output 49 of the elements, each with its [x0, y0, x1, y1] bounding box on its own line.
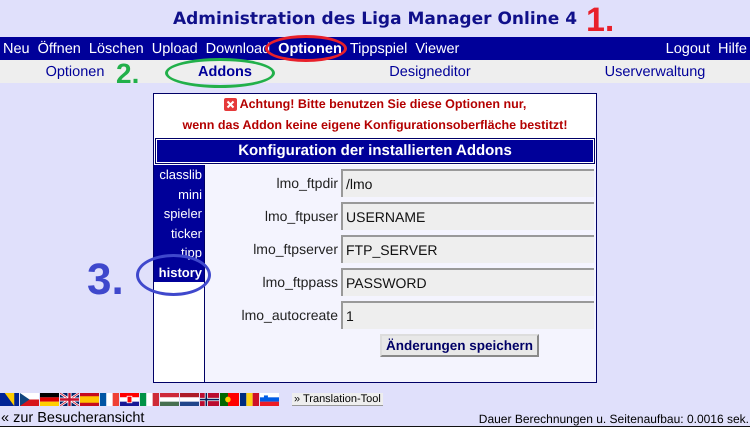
menu-item[interactable]: Hilfe	[718, 40, 747, 56]
field-label: lmo_ftpdir	[276, 175, 338, 191]
field-label: lmo_autocreate	[240, 307, 338, 323]
flag-icon[interactable]	[20, 393, 39, 406]
visitor-view-link[interactable]: « zur Besucheransicht	[1, 410, 144, 426]
error-icon	[224, 98, 237, 111]
menu-item[interactable]: Logout	[666, 40, 710, 56]
flag-icon[interactable]	[120, 393, 139, 406]
timing-text: Dauer Berechnungen u. Seitenaufbau: 0.0016 sek.	[478, 412, 749, 426]
menu-item[interactable]: Optionen	[278, 40, 342, 56]
menu-item[interactable]: Löschen	[88, 40, 144, 56]
input-field[interactable]: PASSWORD	[341, 268, 594, 296]
menu-item[interactable]: Upload	[152, 40, 198, 56]
submenu-item[interactable]: Designeditor	[389, 64, 471, 80]
annotation-number: 3.	[87, 258, 124, 302]
menu-item[interactable]: Öffnen	[38, 40, 81, 56]
addon-link[interactable]: mini	[154, 184, 204, 204]
menu-item[interactable]: Tippspiel	[350, 40, 408, 56]
addon-link[interactable]: spieler	[154, 204, 204, 224]
flag-icon[interactable]	[200, 393, 219, 406]
submenu-item[interactable]: Addons	[198, 64, 252, 80]
field-label: lmo_ftpserver	[252, 241, 338, 257]
field-label: lmo_ftppass	[262, 274, 338, 290]
annotation-number: 1.	[586, 3, 614, 37]
flag-icon[interactable]	[60, 393, 79, 406]
submenu-item[interactable]: Userverwaltung	[604, 64, 706, 80]
menu-item[interactable]: Viewer	[415, 40, 460, 56]
addon-link[interactable]: classlib	[154, 165, 204, 184]
warning-text: wenn das Addon keine eigene Konfigurationsoberfläche bestitzt!	[182, 117, 568, 134]
menu-item[interactable]: Neu	[3, 40, 30, 56]
panel-title: Konfiguration der installierten Addons	[156, 139, 594, 163]
translation-link[interactable]: » Translation-Tool	[292, 393, 383, 406]
flag-icon[interactable]	[40, 393, 59, 406]
flag-icon[interactable]	[0, 393, 19, 406]
warning-text: Achtung! Bitte benutzen Sie diese Optionen nur,	[240, 96, 526, 113]
flag-icon[interactable]	[100, 393, 119, 406]
field-label: lmo_ftpuser	[264, 208, 338, 224]
submenu-item[interactable]: Optionen	[46, 64, 104, 80]
addon-link[interactable]: history	[154, 262, 204, 282]
addon-link[interactable]: ticker	[154, 224, 204, 243]
save-button[interactable]: Änderungen speichern	[380, 334, 540, 357]
input-field[interactable]: /lmo	[341, 169, 594, 197]
input-field[interactable]: FTP_SERVER	[341, 235, 594, 263]
page-title: Administration des Liga Manager Online 4	[172, 8, 578, 28]
flag-icon[interactable]	[240, 393, 259, 406]
input-field[interactable]: USERNAME	[341, 202, 594, 230]
input-field[interactable]: 1	[341, 301, 594, 329]
flag-icon[interactable]	[180, 393, 199, 406]
annotation-number: 2.	[116, 60, 140, 88]
